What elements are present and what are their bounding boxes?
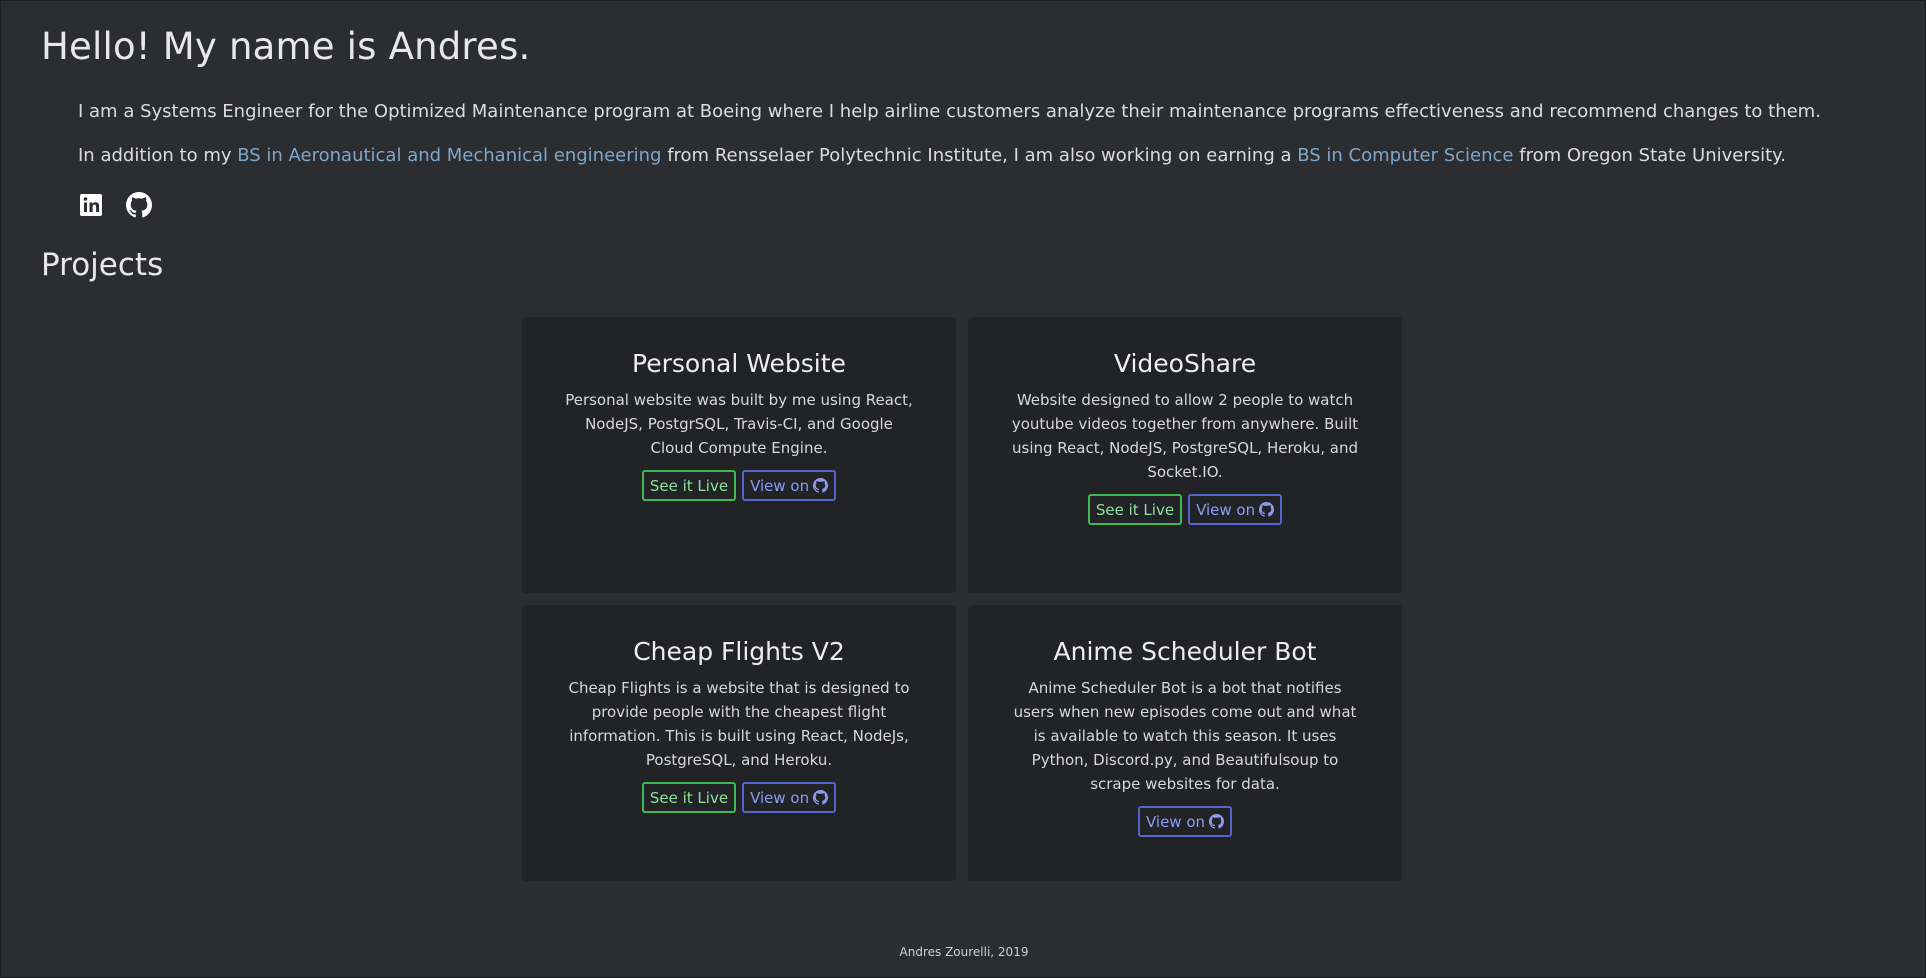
- github-icon: [813, 790, 829, 805]
- project-buttons: View on: [1008, 806, 1362, 837]
- view-on-label: View on: [1196, 500, 1256, 519]
- github-icon: [813, 478, 829, 493]
- project-description: Personal website was built by me using R…: [565, 391, 913, 457]
- view-on-github-button[interactable]: View on: [1188, 494, 1283, 525]
- project-title: Anime Scheduler Bot: [1053, 637, 1317, 666]
- footer-copyright: Andres Zourelli, 2019: [899, 945, 1029, 959]
- see-it-live-label: See it Live: [1095, 500, 1175, 519]
- project-title: Personal Website: [632, 349, 846, 378]
- view-on-github-button[interactable]: View on: [742, 782, 837, 813]
- intro-section: I am a Systems Engineer for the Optimize…: [78, 99, 1858, 187]
- project-card-anime-scheduler-bot: Anime Scheduler Bot Anime Scheduler Bot …: [968, 605, 1402, 881]
- see-it-live-label: See it Live: [649, 788, 729, 807]
- view-on-label: View on: [750, 476, 810, 495]
- see-it-live-label: See it Live: [649, 476, 729, 495]
- intro-line-2: In addition to my BS in Aeronautical and…: [78, 143, 1858, 169]
- linkedin-icon[interactable]: [78, 192, 104, 218]
- aero-degree-link[interactable]: BS in Aeronautical and Mechanical engine…: [237, 145, 661, 166]
- projects-heading: Projects: [41, 247, 164, 283]
- projects-grid: Personal Website Personal website was bu…: [522, 317, 1402, 881]
- page-title: Hello! My name is Andres.: [41, 25, 531, 68]
- view-on-github-button[interactable]: View on: [1137, 806, 1233, 837]
- intro-line-2-prefix: In addition to my: [78, 145, 238, 166]
- project-title: Cheap Flights V2: [633, 637, 845, 666]
- see-it-live-button[interactable]: See it Live: [1087, 494, 1183, 525]
- github-icon[interactable]: [126, 192, 152, 218]
- project-buttons: See it Live View on: [562, 470, 916, 501]
- project-card-videoshare: VideoShare Website designed to allow 2 p…: [968, 317, 1402, 593]
- view-on-label: View on: [750, 788, 810, 807]
- view-on-label: View on: [1145, 812, 1206, 831]
- intro-line-2-middle: from Rensselaer Polytechnic Institute, I…: [661, 145, 1298, 166]
- view-on-github-button[interactable]: View on: [742, 470, 837, 501]
- github-icon: [1209, 814, 1225, 829]
- project-buttons: See it Live View on: [1008, 494, 1362, 525]
- project-buttons: See it Live View on: [562, 782, 916, 813]
- social-links: [78, 192, 152, 218]
- github-icon: [1259, 502, 1275, 517]
- project-title: VideoShare: [1113, 349, 1257, 378]
- see-it-live-button[interactable]: See it Live: [641, 782, 737, 813]
- cs-degree-link[interactable]: BS in Computer Science: [1297, 145, 1513, 166]
- project-description: Website designed to allow 2 people to wa…: [1011, 391, 1359, 481]
- see-it-live-button[interactable]: See it Live: [641, 470, 737, 501]
- project-description: Cheap Flights is a website that is desig…: [568, 679, 910, 769]
- project-card-personal-website: Personal Website Personal website was bu…: [522, 317, 956, 593]
- page: Hello! My name is Andres. I am a Systems…: [1, 1, 1926, 978]
- intro-line-2-suffix: from Oregon State University.: [1513, 145, 1786, 166]
- project-description: Anime Scheduler Bot is a bot that notifi…: [1013, 679, 1357, 793]
- intro-line-1: I am a Systems Engineer for the Optimize…: [78, 101, 1821, 122]
- project-card-cheap-flights: Cheap Flights V2 Cheap Flights is a webs…: [522, 605, 956, 881]
